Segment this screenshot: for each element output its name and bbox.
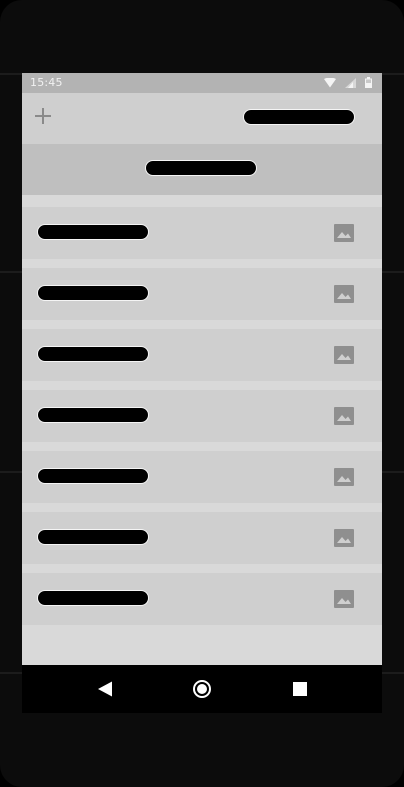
system-nav-bar <box>22 665 382 713</box>
list-item[interactable] <box>22 512 382 564</box>
list-item[interactable] <box>22 329 382 381</box>
list-item-label <box>37 529 149 545</box>
bezel-divider <box>382 73 404 75</box>
item-list <box>22 207 382 634</box>
back-icon[interactable] <box>96 679 116 699</box>
bezel-divider <box>0 73 22 75</box>
list-item-label <box>37 346 149 362</box>
wifi-icon <box>324 77 336 87</box>
cell-signal-icon <box>345 77 356 88</box>
image-icon <box>334 468 354 486</box>
image-icon <box>334 346 354 364</box>
plus-icon[interactable] <box>34 107 52 125</box>
battery-icon <box>365 77 372 88</box>
bezel-divider <box>382 271 404 273</box>
app-bar-title <box>243 109 355 125</box>
image-icon <box>334 224 354 242</box>
list-item-label <box>37 407 149 423</box>
image-icon <box>334 529 354 547</box>
list-item-label <box>37 468 149 484</box>
status-time: 15:45 <box>30 76 63 89</box>
bezel-divider <box>382 672 404 674</box>
section-header-title <box>145 160 257 176</box>
list-item[interactable] <box>22 573 382 625</box>
bezel-divider <box>0 471 22 473</box>
recents-icon[interactable] <box>290 679 310 699</box>
bezel-divider <box>0 672 22 674</box>
image-icon <box>334 407 354 425</box>
bezel-divider <box>0 271 22 273</box>
home-icon[interactable] <box>192 679 212 699</box>
list-item[interactable] <box>22 451 382 503</box>
list-item-label <box>37 590 149 606</box>
bezel-divider <box>382 471 404 473</box>
app-screen: 15:45 <box>22 73 382 665</box>
list-item[interactable] <box>22 268 382 320</box>
list-item-label <box>37 285 149 301</box>
list-item[interactable] <box>22 207 382 259</box>
image-icon <box>334 590 354 608</box>
list-item-label <box>37 224 149 240</box>
status-icons <box>324 77 372 88</box>
list-item[interactable] <box>22 390 382 442</box>
image-icon <box>334 285 354 303</box>
phone-device: 15:45 <box>0 0 404 787</box>
status-bar: 15:45 <box>22 73 382 93</box>
app-bar <box>22 93 382 144</box>
section-header <box>22 144 382 195</box>
